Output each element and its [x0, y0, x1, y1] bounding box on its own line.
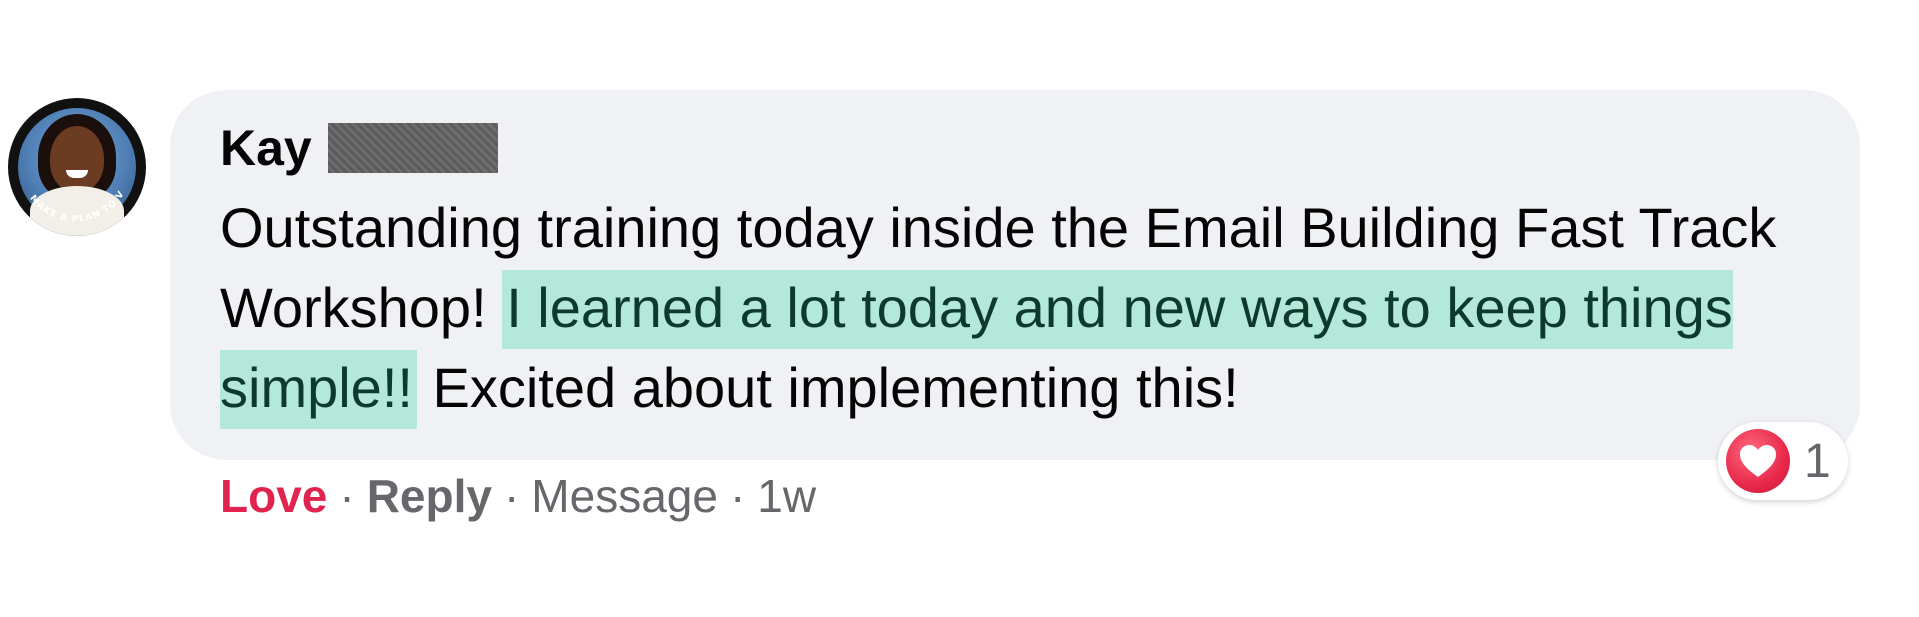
heart-icon	[1726, 429, 1790, 493]
comment-text-after: Excited about implementing this!	[416, 356, 1239, 419]
timestamp[interactable]: 1w	[757, 469, 816, 523]
svg-text:MAKE A PLAN TO VOTE: MAKE A PLAN TO VOTE	[8, 98, 127, 225]
separator-dot: ·	[729, 470, 746, 522]
avatar-badge-text: MAKE A PLAN TO VOTE	[8, 98, 127, 225]
message-link[interactable]: Message	[531, 469, 718, 523]
separator-dot: ·	[339, 470, 355, 522]
separator-dot: ·	[503, 470, 520, 522]
reaction-count: 1	[1804, 434, 1831, 488]
reaction-summary[interactable]: 1	[1718, 422, 1848, 500]
comment-text: Outstanding training today inside the Em…	[220, 188, 1840, 429]
author-avatar[interactable]: MAKE A PLAN TO VOTE	[8, 98, 146, 236]
love-button[interactable]: Love	[220, 469, 327, 523]
comment-actions: Love · Reply · Message · 1w	[220, 466, 816, 526]
comment-author[interactable]: Kay	[220, 118, 498, 178]
author-name[interactable]: Kay	[220, 119, 312, 177]
redacted-last-name	[327, 123, 498, 173]
reply-button[interactable]: Reply	[367, 469, 492, 523]
comment: MAKE A PLAN TO VOTE Kay Outstanding trai…	[0, 0, 1919, 617]
